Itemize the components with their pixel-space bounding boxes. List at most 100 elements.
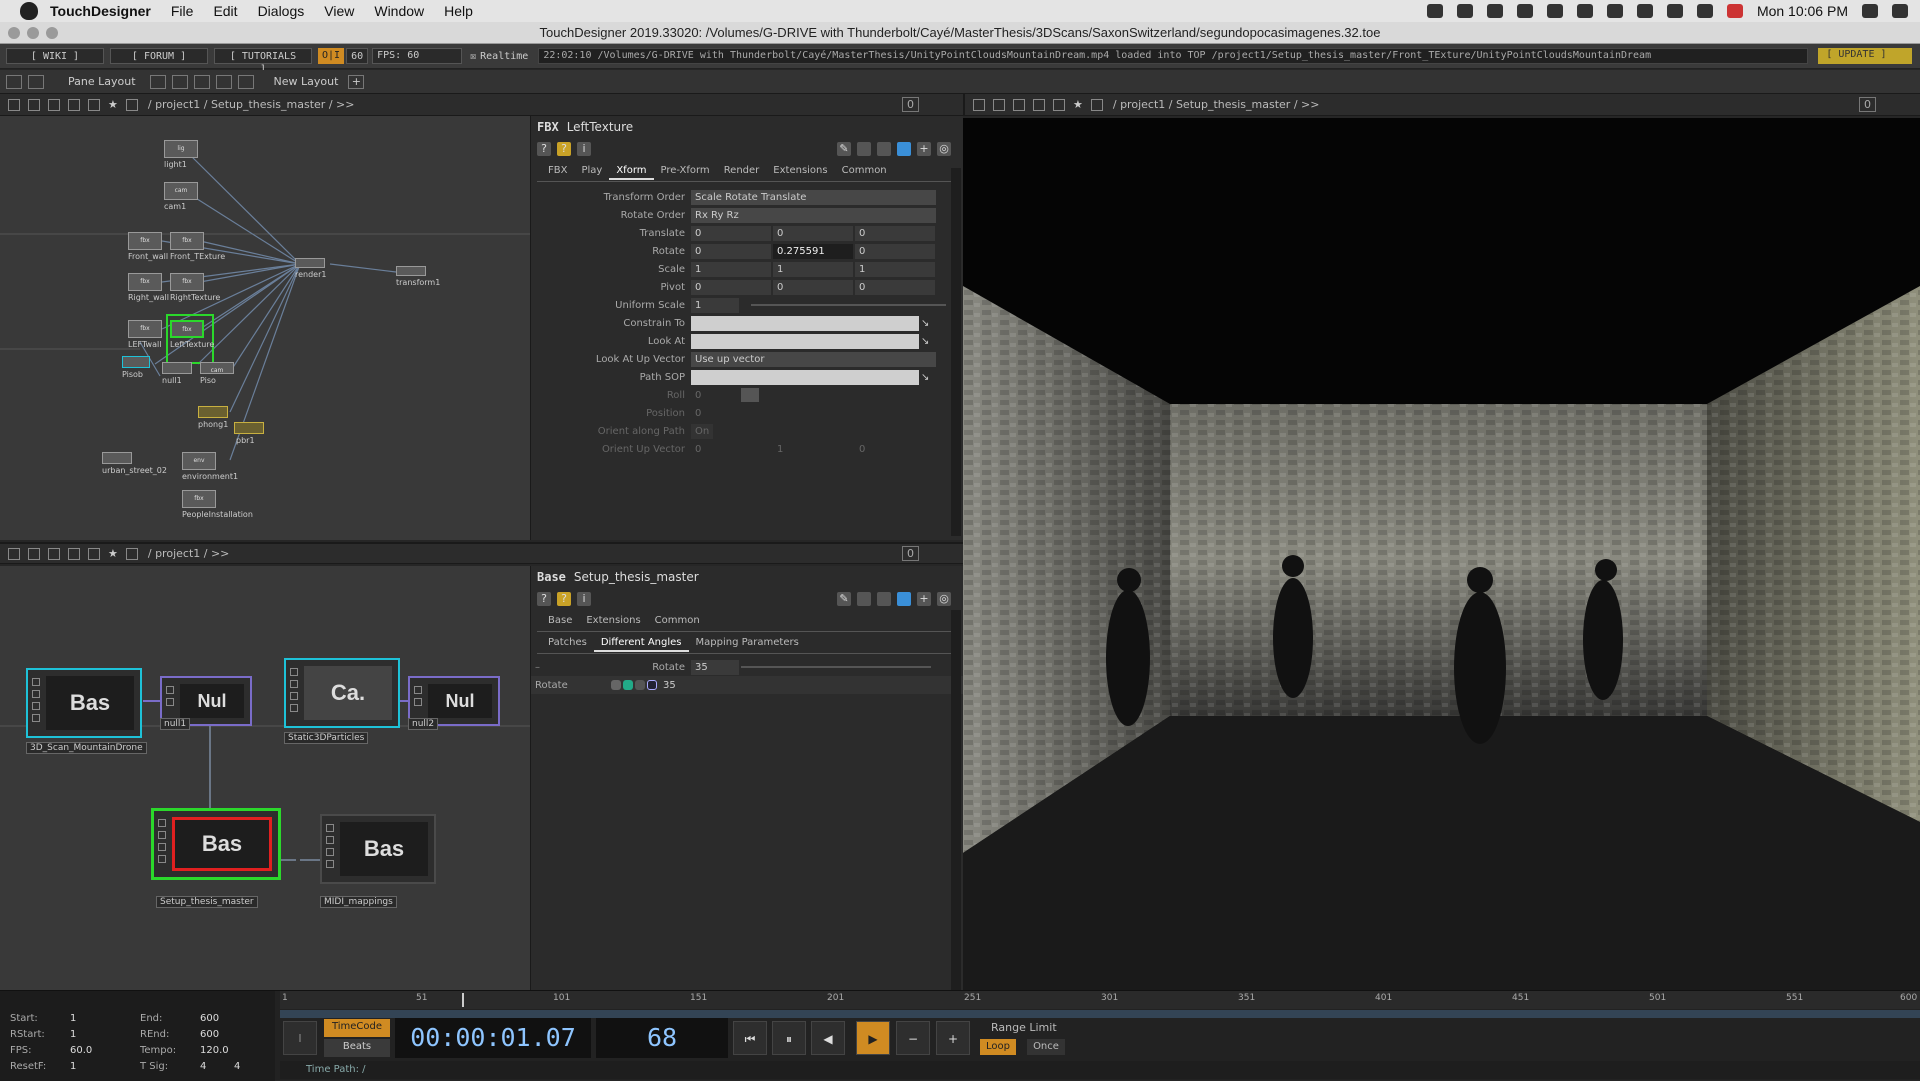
back-icon[interactable] <box>1013 98 1025 111</box>
back-icon[interactable] <box>48 98 60 111</box>
translate-y[interactable]: 0 <box>773 225 853 241</box>
tab-play[interactable]: Play <box>574 162 609 180</box>
roll-slider-handle[interactable] <box>741 388 759 402</box>
airplay-icon[interactable] <box>1546 4 1563 18</box>
layout-vsplit-button[interactable] <box>171 74 188 89</box>
pane-id-button[interactable]: 0 <box>902 97 919 112</box>
pane-menu-icon[interactable] <box>8 98 20 111</box>
param-scrollbar[interactable] <box>951 610 961 990</box>
layout-single-button[interactable] <box>149 74 166 89</box>
network-path[interactable]: / project1 / >> <box>148 547 230 560</box>
node-left-wall[interactable]: fbx <box>128 320 162 338</box>
node-null1[interactable] <box>162 362 192 374</box>
info-icon[interactable]: i <box>577 592 591 606</box>
pane-menu-icon[interactable] <box>973 98 985 111</box>
export-flag-icon[interactable] <box>611 680 621 690</box>
step-back-button[interactable]: − <box>896 1021 930 1055</box>
forward-icon[interactable] <box>68 98 80 111</box>
network-path[interactable]: / project1 / Setup_thesis_master / >> <box>1113 98 1320 111</box>
constrain-to-field[interactable] <box>691 315 919 331</box>
add-icon[interactable]: + <box>917 592 931 606</box>
apple-icon[interactable] <box>20 2 38 20</box>
forum-button[interactable]: [ FORUM ] <box>110 48 208 64</box>
timecode-button[interactable]: TimeCode <box>324 1019 390 1037</box>
mode-flag-icon[interactable] <box>647 680 657 690</box>
orient-up-y[interactable]: 1 <box>773 442 853 457</box>
add-icon[interactable]: + <box>917 142 931 156</box>
comment-icon[interactable] <box>857 592 871 606</box>
tab-common[interactable]: Common <box>648 612 707 630</box>
start-value[interactable]: 1 <box>70 1013 76 1024</box>
node-light1[interactable]: lig <box>164 140 198 158</box>
playhead[interactable] <box>462 993 464 1007</box>
layout-four-button[interactable] <box>237 74 254 89</box>
pane-stop-icon[interactable] <box>993 98 1005 111</box>
comp-3d-scan-mountaindrone[interactable]: Bas <box>26 668 142 738</box>
tab-pre-xform[interactable]: Pre-Xform <box>654 162 717 180</box>
scale-y[interactable]: 1 <box>773 261 853 277</box>
tab-mapping-parameters[interactable]: Mapping Parameters <box>689 634 806 652</box>
star-icon[interactable]: ★ <box>1073 98 1083 111</box>
perform-mode-toggle[interactable]: O|I <box>318 48 345 64</box>
scale-z[interactable]: 1 <box>855 261 935 277</box>
comp-static3dparticles[interactable]: Ca. <box>284 658 400 728</box>
rotate-x[interactable]: 0 <box>691 243 771 259</box>
orient-up-z[interactable]: 0 <box>855 442 935 457</box>
menu-view[interactable]: View <box>324 3 354 19</box>
close-window-button[interactable] <box>8 27 20 39</box>
rotate-value-field[interactable]: 35 <box>691 659 739 675</box>
zoom-window-button[interactable] <box>46 27 58 39</box>
node-render1[interactable] <box>295 258 325 268</box>
up-level-icon[interactable] <box>125 98 138 111</box>
forward-icon[interactable] <box>68 547 80 560</box>
expr-flag-icon[interactable] <box>635 680 645 690</box>
home-icon[interactable] <box>88 547 100 560</box>
pane-stop-icon[interactable] <box>28 547 40 560</box>
home-icon[interactable] <box>88 98 100 111</box>
update-button[interactable]: [ UPDATE ] <box>1818 48 1913 64</box>
time-path-label[interactable]: Time Path: / <box>306 1064 366 1075</box>
layout-three-button[interactable] <box>215 74 232 89</box>
node-people-installation[interactable]: fbx <box>182 490 216 508</box>
position-value[interactable]: 0 <box>691 406 739 421</box>
network-editor-bottom[interactable]: Bas 3D_Scan_MountainDrone Nul null1 Ca. … <box>0 566 530 990</box>
rotate-z[interactable]: 0 <box>855 243 935 259</box>
param-scrollbar[interactable] <box>951 168 961 536</box>
look-at-field[interactable] <box>691 333 919 349</box>
target-icon[interactable]: ◎ <box>937 592 951 606</box>
time-machine-icon[interactable] <box>1576 4 1593 18</box>
op-picker-icon[interactable]: ↘ <box>921 318 929 329</box>
tutorials-button[interactable]: [ TUTORIALS ] <box>214 48 312 75</box>
orient-up-x[interactable]: 0 <box>691 442 771 457</box>
node-right-wall[interactable]: fbx <box>128 273 162 291</box>
node-pbr1[interactable] <box>234 422 264 434</box>
pane-id-button[interactable]: 0 <box>1859 97 1876 112</box>
bind-flag-icon[interactable] <box>623 680 633 690</box>
pivot-z[interactable]: 0 <box>855 279 935 295</box>
op-name[interactable]: LeftTexture <box>567 120 634 134</box>
menu-app[interactable]: TouchDesigner <box>50 3 151 19</box>
rend-value[interactable]: 600 <box>200 1029 219 1040</box>
up-level-icon[interactable] <box>1090 98 1103 111</box>
uniform-scale-slider[interactable] <box>751 304 946 306</box>
loop-button[interactable]: Loop <box>980 1039 1016 1055</box>
tab-xform[interactable]: Xform <box>609 162 654 180</box>
pause-button[interactable]: ⏸ <box>772 1021 806 1055</box>
layout-icon-a[interactable] <box>6 74 22 89</box>
node-phong1[interactable] <box>198 406 228 418</box>
up-level-icon[interactable] <box>125 547 138 560</box>
help-icon[interactable]: ? <box>537 592 551 606</box>
pivot-y[interactable]: 0 <box>773 279 853 295</box>
comp-setup-thesis-master-selected[interactable]: Bas <box>151 808 281 880</box>
notification-center-icon[interactable] <box>1892 4 1908 18</box>
home-icon[interactable] <box>1053 98 1065 111</box>
edit-icon[interactable]: ✎ <box>837 142 851 156</box>
tab-common[interactable]: Common <box>835 162 894 180</box>
look-at-up-menu[interactable]: Use up vector <box>691 351 936 367</box>
rotate-slider[interactable] <box>741 666 931 668</box>
pivot-x[interactable]: 0 <box>691 279 771 295</box>
tempo-value[interactable]: 120.0 <box>200 1045 229 1056</box>
tab-different-angles[interactable]: Different Angles <box>593 634 689 652</box>
end-value[interactable]: 600 <box>200 1013 219 1024</box>
tab-patches[interactable]: Patches <box>541 634 594 652</box>
